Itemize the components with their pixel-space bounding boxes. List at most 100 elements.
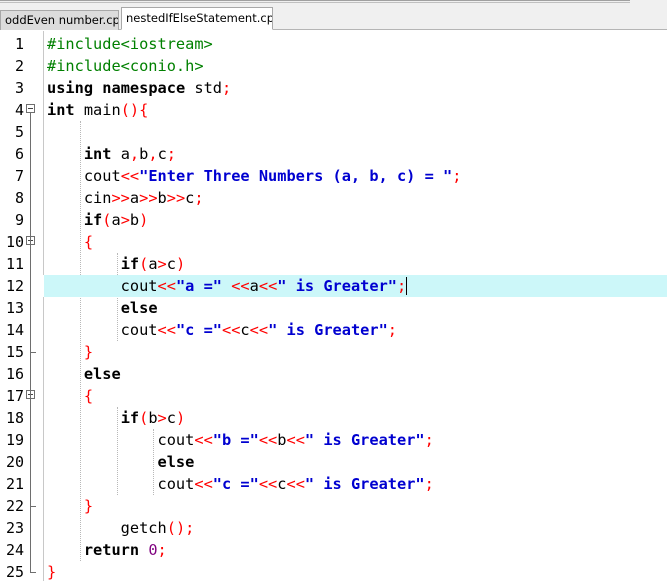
line-number-cell: 11 — [0, 253, 44, 275]
code-text: else — [47, 297, 158, 319]
code-token: } — [83, 343, 94, 361]
code-token: a — [249, 277, 259, 295]
code-token: cout — [47, 431, 195, 449]
code-token: > — [157, 255, 167, 273]
line-number: 8 — [14, 189, 24, 207]
line-number-cell: 14 — [0, 319, 44, 341]
code-line[interactable]: 9 if(a>b) — [0, 209, 667, 231]
code-token: ; — [387, 321, 398, 339]
code-text: } — [47, 495, 93, 517]
code-line[interactable]: 15 } — [0, 341, 667, 363]
code-token: c — [166, 409, 176, 427]
code-line[interactable]: 10 { — [0, 231, 667, 253]
code-line[interactable]: 8 cin>>a>>b>>c; — [0, 187, 667, 209]
code-line[interactable]: 24 return 0; — [0, 539, 667, 561]
code-line[interactable]: 19 cout<<"b ="<<b<<" is Greater"; — [0, 429, 667, 451]
code-token: return — [83, 541, 140, 559]
code-token: b — [129, 211, 140, 229]
line-number-cell: 1 — [0, 33, 44, 55]
code-token: a — [111, 211, 121, 229]
line-number-cell: 20 — [0, 451, 44, 473]
code-line[interactable]: 7 cout<<"Enter Three Numbers (a, b, c) =… — [0, 165, 667, 187]
code-token: << — [286, 431, 305, 449]
code-token: a — [148, 255, 158, 273]
code-token: ( — [139, 409, 149, 427]
code-token: std — [185, 79, 223, 97]
code-text: #include<conio.h> — [47, 55, 204, 77]
line-number-cell: 3 — [0, 77, 44, 99]
fold-range-line — [30, 245, 31, 352]
code-token: (){ — [120, 101, 149, 119]
code-token: c — [157, 145, 167, 163]
text-caret — [406, 277, 408, 295]
code-line[interactable]: 18 if(b>c) — [0, 407, 667, 429]
tab-nested-if-else-statement[interactable]: nestedIfElseStatement.cpp — [121, 7, 273, 30]
code-text: else — [47, 451, 195, 473]
code-editor[interactable]: 1 #include<iostream> 2 #include<conio.h> 3 us… — [0, 31, 667, 581]
code-token: if — [120, 255, 140, 273]
code-line[interactable]: 21 cout<<"c ="<<c<<" is Greater"; — [0, 473, 667, 495]
fold-range-line — [30, 399, 31, 506]
line-number-cell: 25 — [0, 561, 44, 581]
code-text: { — [47, 231, 93, 253]
code-line[interactable]: 4 int main(){ — [0, 99, 667, 121]
code-line[interactable]: 20 else — [0, 451, 667, 473]
code-token: > — [157, 409, 167, 427]
code-line[interactable]: 11 if(a>c) — [0, 253, 667, 275]
code-text: #include<iostream> — [47, 33, 213, 55]
code-token: ) — [139, 211, 149, 229]
code-line[interactable]: 6 int a,b,c; — [0, 143, 667, 165]
code-token: c — [240, 321, 250, 339]
code-line[interactable]: 14 cout<<"c ="<<c<<" is Greater"; — [0, 319, 667, 341]
code-text: int main(){ — [47, 99, 148, 121]
code-text: using namespace std; — [47, 77, 231, 99]
code-line[interactable]: 12 cout<<"a =" <<a<<" is Greater"; — [0, 275, 667, 297]
code-line[interactable]: 16 else — [0, 363, 667, 385]
line-number: 20 — [5, 453, 24, 471]
line-number: 10 — [5, 233, 24, 251]
line-number: 23 — [5, 519, 24, 537]
line-number: 7 — [14, 167, 24, 185]
code-token: "a =" — [175, 277, 222, 295]
fold-end-marker — [30, 572, 36, 573]
line-number-cell: 22 — [0, 495, 44, 517]
code-token: if — [83, 211, 103, 229]
code-line[interactable]: 5 — [0, 121, 667, 143]
code-line[interactable]: 1 #include<iostream> — [0, 33, 667, 55]
fold-collapse-icon[interactable] — [26, 104, 35, 113]
code-line[interactable]: 22 } — [0, 495, 667, 517]
code-token: ; — [157, 541, 167, 559]
tab-oddeven-number[interactable]: oddEven number.cpp — [0, 10, 119, 30]
code-token: (); — [166, 519, 195, 537]
code-line[interactable]: 17 { — [0, 385, 667, 407]
tab-bar-top-border — [0, 0, 630, 3]
code-line[interactable]: 25} — [0, 561, 667, 581]
code-token: else — [120, 299, 158, 317]
line-number: 17 — [5, 387, 24, 405]
code-token: >> — [111, 189, 130, 207]
code-token: a — [129, 189, 140, 207]
code-token: "Enter Three Numbers (a, b, c) = " — [139, 167, 453, 185]
code-line[interactable]: 23 getch(); — [0, 517, 667, 539]
code-token: "c =" — [212, 475, 259, 493]
code-token: if — [120, 409, 140, 427]
code-token: > — [120, 211, 130, 229]
code-line[interactable]: 2 #include<conio.h> — [0, 55, 667, 77]
code-line[interactable]: 3 using namespace std; — [0, 77, 667, 99]
fold-end-marker — [30, 506, 36, 507]
code-token: a — [111, 145, 130, 163]
line-number: 5 — [14, 123, 24, 141]
code-text: cin>>a>>b>>c; — [47, 187, 204, 209]
line-number: 4 — [14, 101, 24, 119]
line-number-cell: 10 — [0, 231, 44, 253]
code-line[interactable]: 13 else — [0, 297, 667, 319]
code-token: << — [194, 431, 213, 449]
code-token: { — [83, 387, 94, 405]
